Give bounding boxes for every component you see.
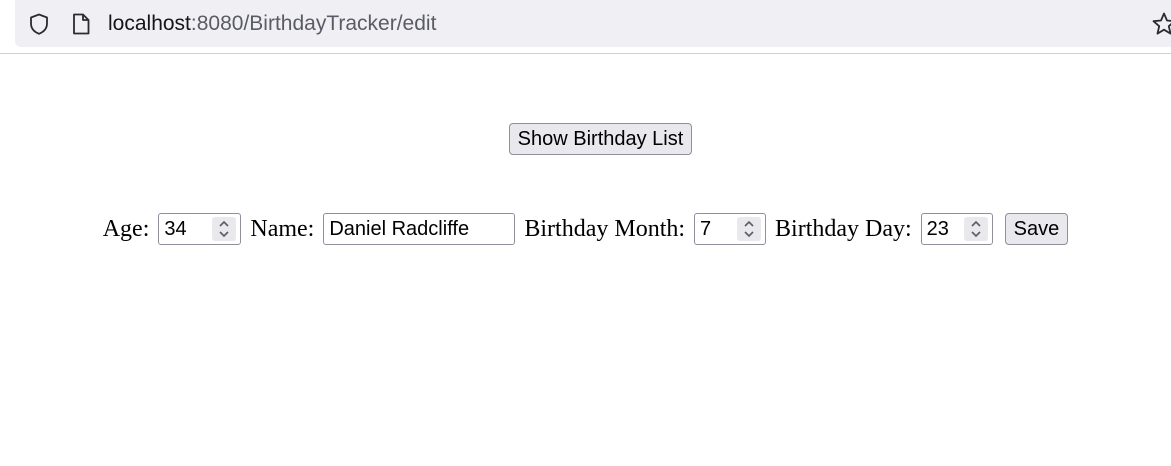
toolbar-divider <box>0 53 1171 54</box>
birthday-month-input[interactable]: 7 <box>694 213 767 246</box>
day-spinner[interactable] <box>963 217 988 242</box>
star-icon[interactable] <box>1151 11 1171 37</box>
chevron-up-down-icon <box>744 221 754 238</box>
show-list-container: Show Birthday List <box>0 123 1171 155</box>
url-host: localhost <box>108 12 191 35</box>
birthday-month-label: Birthday Month: <box>524 216 686 243</box>
show-birthday-list-button[interactable]: Show Birthday List <box>508 123 693 155</box>
shield-icon[interactable] <box>27 12 51 36</box>
edit-birthday-form: Age: 34 Name: Daniel Radcliffe Birthday … <box>0 211 1171 246</box>
birthday-month-value: 7 <box>700 218 712 241</box>
url-text[interactable]: localhost:8080/BirthdayTracker/edit <box>108 11 436 37</box>
page-icon[interactable] <box>70 12 92 36</box>
month-spinner[interactable] <box>737 217 762 242</box>
birthday-day-label: Birthday Day: <box>775 216 912 243</box>
name-label: Name: <box>250 216 315 243</box>
save-button[interactable]: Save <box>1004 213 1069 246</box>
chevron-up-down-icon <box>219 221 229 238</box>
age-value: 34 <box>164 218 187 241</box>
chevron-up-down-icon <box>971 221 981 238</box>
age-spinner[interactable] <box>212 217 237 242</box>
age-label: Age: <box>102 216 150 243</box>
age-input[interactable]: 34 <box>158 213 242 246</box>
url-path: :8080/BirthdayTracker/edit <box>190 12 437 35</box>
birthday-day-value: 23 <box>926 218 949 241</box>
birthday-day-input[interactable]: 23 <box>920 213 993 246</box>
name-value: Daniel Radcliffe <box>329 218 470 241</box>
name-input[interactable]: Daniel Radcliffe <box>323 213 516 246</box>
